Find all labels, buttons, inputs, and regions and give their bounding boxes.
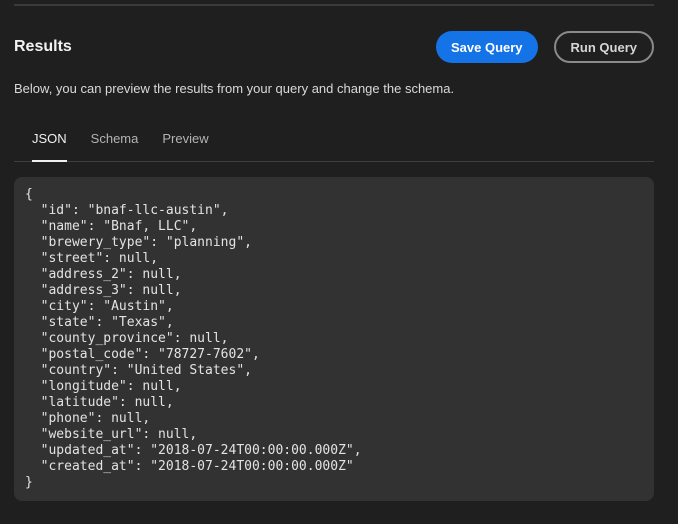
results-tabs: JSON Schema Preview [14, 122, 654, 162]
results-header: Results Save Query Run Query [14, 30, 654, 64]
tab-json[interactable]: JSON [20, 122, 79, 162]
json-result-panel[interactable]: { "id": "bnaf-llc-austin", "name": "Bnaf… [14, 177, 654, 501]
tab-preview[interactable]: Preview [150, 122, 220, 161]
run-query-button[interactable]: Run Query [553, 31, 654, 63]
json-result-code: { "id": "bnaf-llc-austin", "name": "Bnaf… [25, 187, 362, 490]
save-query-button[interactable]: Save Query [435, 31, 538, 63]
header-actions: Save Query Run Query [435, 31, 654, 63]
results-description: Below, you can preview the results from … [14, 81, 455, 96]
top-divider [14, 0, 654, 6]
page-title: Results [14, 38, 72, 55]
tab-schema[interactable]: Schema [79, 122, 151, 161]
